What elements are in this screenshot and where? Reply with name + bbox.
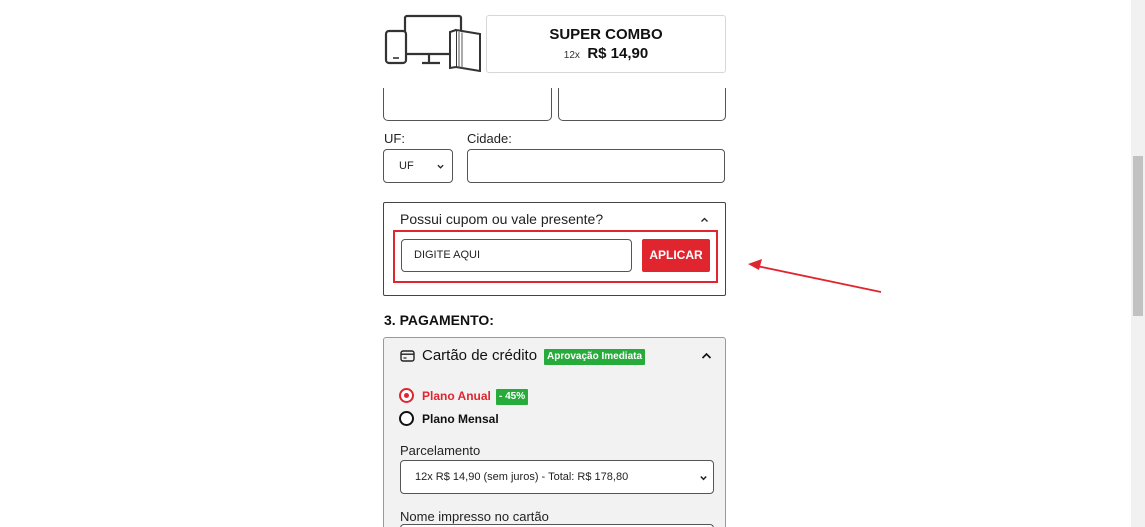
address-field-right[interactable] — [558, 88, 726, 121]
plan-annual-label[interactable]: Plano Anual — [422, 389, 491, 403]
city-input[interactable] — [467, 149, 725, 183]
payment-section-title: 3. PAGAMENTO: — [384, 312, 494, 328]
product-installments: 12x — [563, 50, 580, 61]
installments-label: Parcelamento — [400, 443, 481, 458]
card-name-label: Nome impresso no cartão — [400, 509, 549, 524]
plan-monthly-radio[interactable] — [399, 411, 414, 426]
scrollbar-thumb[interactable] — [1133, 156, 1143, 316]
chevron-down-icon — [700, 475, 707, 481]
product-price-line: 12x R$ 14,90 — [487, 45, 725, 63]
coupon-question[interactable]: Possui cupom ou vale presente? — [400, 211, 603, 227]
arrow-annotation-icon — [748, 259, 882, 293]
payment-method-title[interactable]: Cartão de crédito — [422, 347, 537, 364]
coupon-input[interactable]: DIGITE AQUI — [401, 239, 632, 272]
devices-icon — [384, 14, 481, 72]
uf-select-value: UF — [399, 160, 414, 172]
address-field-left[interactable] — [383, 88, 552, 121]
city-label: Cidade: — [467, 131, 512, 146]
plan-monthly-label[interactable]: Plano Mensal — [422, 412, 499, 426]
uf-label: UF: — [384, 131, 405, 146]
apply-coupon-button[interactable]: APLICAR — [642, 239, 710, 272]
plan-annual-radio[interactable] — [399, 388, 414, 403]
payment-method-card — [383, 337, 726, 527]
installments-select-value: 12x R$ 14,90 (sem juros) - Total: R$ 178… — [415, 471, 629, 483]
chevron-up-icon[interactable] — [700, 217, 709, 223]
product-title: SUPER COMBO — [549, 26, 663, 43]
installments-select[interactable]: 12x R$ 14,90 (sem juros) - Total: R$ 178… — [400, 460, 714, 494]
discount-badge: - 45% — [496, 389, 529, 405]
chevron-down-icon — [437, 164, 444, 169]
uf-select[interactable]: UF — [383, 149, 453, 183]
credit-card-icon — [400, 350, 415, 362]
product-card: SUPER COMBO 12x R$ 14,90 — [486, 15, 726, 73]
product-price: R$ 14,90 — [587, 45, 649, 62]
chevron-up-icon[interactable] — [701, 352, 712, 359]
approval-badge: Aprovação Imediata — [544, 349, 646, 365]
